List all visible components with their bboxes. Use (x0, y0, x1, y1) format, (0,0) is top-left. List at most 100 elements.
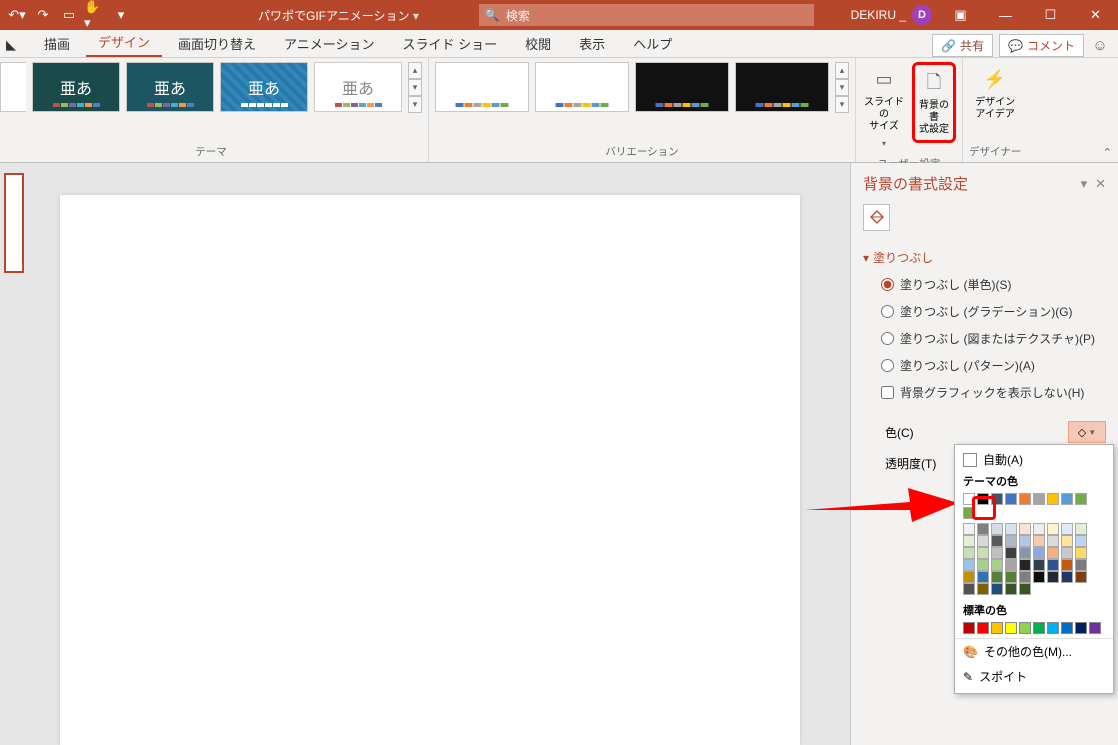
color-swatch[interactable] (1019, 622, 1031, 634)
design-ideas-button[interactable]: ⚡ デザイン アイデア (973, 62, 1017, 125)
color-swatch[interactable] (1019, 547, 1031, 559)
slide-size-button[interactable]: ▭ スライドの サイズ ▾ (862, 62, 906, 154)
color-swatch[interactable] (977, 571, 989, 583)
theme-option[interactable]: 亜あ (32, 62, 120, 112)
color-swatch[interactable] (963, 622, 975, 634)
comments-button[interactable]: 💬 コメント (999, 34, 1084, 57)
color-swatch[interactable] (1075, 571, 1087, 583)
undo-button[interactable]: ↶▾ (6, 4, 28, 26)
color-swatch[interactable] (963, 507, 975, 519)
color-swatch[interactable] (1047, 535, 1059, 547)
color-swatch[interactable] (991, 622, 1003, 634)
gallery-down[interactable]: ▾ (835, 79, 849, 96)
theme-current[interactable] (0, 62, 26, 112)
theme-option[interactable]: 亜あ (220, 62, 308, 112)
variation-option[interactable] (535, 62, 629, 112)
slide-thumbnail-1[interactable] (4, 173, 24, 273)
color-swatch[interactable] (1019, 535, 1031, 547)
tab-slideshow[interactable]: スライド ショー (391, 30, 510, 57)
color-swatch[interactable] (1005, 523, 1017, 535)
touch-mode-button[interactable]: ✋▾ (84, 4, 106, 26)
color-swatch[interactable] (991, 583, 1003, 595)
tab-animations[interactable]: アニメーション (272, 30, 386, 57)
color-swatch[interactable] (977, 535, 989, 547)
tab-help[interactable]: ヘルプ (621, 30, 684, 57)
color-swatch[interactable] (1061, 547, 1073, 559)
feedback-button[interactable]: ☺ (1090, 36, 1110, 56)
slide-canvas[interactable] (60, 195, 800, 745)
color-swatch[interactable] (1047, 523, 1059, 535)
color-swatch[interactable] (1047, 559, 1059, 571)
color-swatch[interactable] (1033, 493, 1045, 505)
color-swatch[interactable] (1061, 622, 1073, 634)
qat-customize[interactable]: ▾ (110, 4, 132, 26)
color-swatch[interactable] (1019, 493, 1031, 505)
fill-section-header[interactable]: ▾ 塗りつぶし (863, 249, 1106, 266)
color-swatch[interactable] (1061, 523, 1073, 535)
color-swatch[interactable] (1005, 559, 1017, 571)
color-swatch[interactable] (1089, 622, 1101, 634)
format-background-button[interactable]: 🗋 背景の書 式設定 (912, 62, 956, 143)
color-swatch[interactable] (1047, 571, 1059, 583)
gallery-down[interactable]: ▾ (408, 79, 422, 96)
color-swatch[interactable] (1005, 622, 1017, 634)
color-swatch[interactable] (963, 523, 975, 535)
maximize-button[interactable]: ☐ (1028, 0, 1073, 30)
color-swatch[interactable] (1075, 547, 1087, 559)
color-swatch[interactable] (1005, 493, 1017, 505)
color-swatch[interactable] (1075, 535, 1087, 547)
tab-draw[interactable]: 描画 (32, 30, 82, 57)
color-swatch[interactable] (1061, 571, 1073, 583)
color-swatch[interactable] (991, 559, 1003, 571)
fill-picture-radio[interactable]: 塗りつぶし (図またはテクスチャ)(P) (881, 330, 1106, 347)
fill-tab[interactable] (863, 204, 890, 231)
tab-review[interactable]: 校閲 (513, 30, 563, 57)
fill-pattern-radio[interactable]: 塗りつぶし (パターン)(A) (881, 357, 1106, 374)
color-swatch[interactable] (1047, 493, 1059, 505)
color-swatch[interactable] (977, 493, 989, 505)
redo-button[interactable]: ↷ (32, 4, 54, 26)
color-swatch[interactable] (991, 493, 1003, 505)
color-swatch[interactable] (1075, 559, 1087, 571)
hide-background-checkbox[interactable]: 背景グラフィックを表示しない(H) (881, 384, 1106, 401)
gallery-up[interactable]: ▴ (835, 62, 849, 79)
color-swatch[interactable] (1075, 493, 1087, 505)
eyedropper-link[interactable]: ✎ スポイト (955, 664, 1113, 689)
color-swatch[interactable] (1019, 559, 1031, 571)
fill-gradient-radio[interactable]: 塗りつぶし (グラデーション)(G) (881, 303, 1106, 320)
color-swatch[interactable] (963, 493, 975, 505)
account-area[interactable]: DEKIRU _ D (851, 5, 938, 25)
color-swatch[interactable] (963, 559, 975, 571)
variation-option[interactable] (635, 62, 729, 112)
pane-options[interactable]: ▾ (1081, 176, 1088, 192)
theme-option[interactable]: 亜あ (314, 62, 402, 112)
variation-option[interactable] (735, 62, 829, 112)
color-swatch[interactable] (1075, 622, 1087, 634)
color-swatch[interactable] (963, 571, 975, 583)
color-swatch[interactable] (963, 535, 975, 547)
color-swatch[interactable] (1005, 547, 1017, 559)
color-swatch[interactable] (1033, 535, 1045, 547)
color-swatch[interactable] (1061, 535, 1073, 547)
gallery-more[interactable]: ▾ (835, 96, 849, 113)
document-title[interactable]: パワポでGIFアニメーション ▾ (258, 7, 419, 24)
color-dropdown[interactable]: ◇ ▼ (1068, 421, 1106, 443)
gallery-up[interactable]: ▴ (408, 62, 422, 79)
color-swatch[interactable] (1061, 493, 1073, 505)
color-swatch[interactable] (991, 571, 1003, 583)
more-colors-link[interactable]: 🎨 その他の色(M)... (955, 638, 1113, 664)
color-swatch[interactable] (991, 547, 1003, 559)
color-swatch[interactable] (1019, 583, 1031, 595)
color-swatch[interactable] (1005, 571, 1017, 583)
color-swatch[interactable] (991, 535, 1003, 547)
color-swatch[interactable] (1061, 559, 1073, 571)
variation-option[interactable] (435, 62, 529, 112)
tab-view[interactable]: 表示 (567, 30, 617, 57)
tab-file-edge[interactable]: ◣ (4, 33, 28, 57)
color-swatch[interactable] (977, 559, 989, 571)
collapse-ribbon[interactable]: ⌃ (1103, 146, 1112, 159)
color-swatch[interactable] (1019, 571, 1031, 583)
color-swatch[interactable] (977, 523, 989, 535)
fill-solid-radio[interactable]: 塗りつぶし (単色)(S) (881, 276, 1106, 293)
ribbon-display-options[interactable]: ▣ (938, 0, 983, 30)
